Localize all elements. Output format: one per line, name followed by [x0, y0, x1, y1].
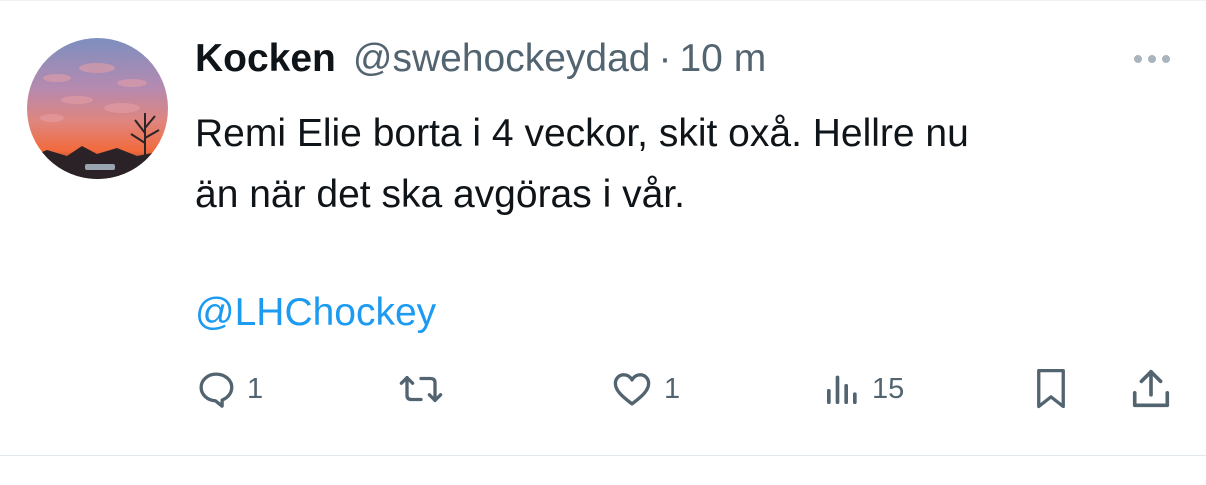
bottom-divider	[0, 455, 1206, 456]
tweet-text-line: Remi Elie borta i 4 veckor, skit oxå. He…	[195, 112, 969, 155]
top-divider	[0, 0, 1206, 1]
tweet-header: Kocken @swehockeydad · 10 m	[195, 37, 766, 87]
share-button[interactable]	[1128, 364, 1174, 414]
tweet-timestamp[interactable]: 10 m	[679, 37, 766, 81]
bookmark-button[interactable]	[1030, 364, 1072, 414]
tweet-text: Remi Elie borta i 4 veckor, skit oxå. He…	[195, 103, 1175, 225]
views-count: 15	[872, 372, 905, 405]
views-button[interactable]: 15	[822, 364, 904, 414]
reply-button[interactable]: 1	[195, 364, 263, 414]
avatar[interactable]	[27, 38, 168, 179]
heart-icon	[613, 373, 651, 406]
author-handle[interactable]: @swehockeydad	[353, 37, 651, 81]
tweet-text-line: än när det ska avgöras i vår.	[195, 173, 685, 216]
retweet-icon	[399, 375, 443, 403]
more-horizontal-icon-dot	[1162, 55, 1170, 63]
like-count: 1	[664, 372, 681, 405]
reply-icon	[199, 372, 234, 408]
more-horizontal-icon	[1134, 55, 1142, 63]
bookmark-icon	[1037, 368, 1065, 409]
more-options-button[interactable]	[1128, 47, 1176, 71]
mention-link[interactable]: @LHChockey	[195, 282, 436, 343]
retweet-button[interactable]	[398, 364, 444, 414]
more-horizontal-icon-dot	[1148, 55, 1156, 63]
reply-count: 1	[247, 372, 264, 405]
like-button[interactable]: 1	[610, 364, 680, 414]
header-separator: ·	[658, 37, 672, 80]
views-bar-chart-icon	[827, 375, 857, 404]
avatar-image	[27, 38, 168, 179]
author-display-name[interactable]: Kocken	[195, 37, 336, 81]
share-upload-icon	[1132, 369, 1170, 408]
